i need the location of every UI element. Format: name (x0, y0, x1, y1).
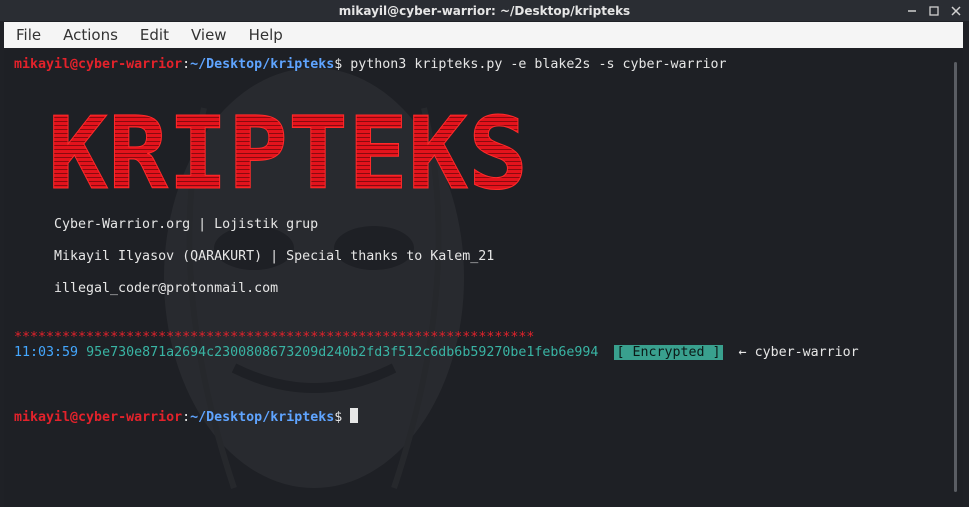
menu-file[interactable]: File (4, 22, 52, 48)
terminal-window: mikayil@cyber-warrior: ~/Desktop/kriptek… (0, 0, 969, 507)
kripteks-ascii-logo: KRIPTEKS (48, 106, 529, 196)
prompt-path: ~/Desktop/kripteks (190, 410, 335, 425)
menu-actions[interactable]: Actions (52, 22, 129, 48)
terminal-output[interactable]: mikayil@cyber-warrior:~/Desktop/kripteks… (4, 48, 963, 507)
menu-help[interactable]: Help (238, 22, 294, 48)
prompt-path: ~/Desktop/kripteks (190, 57, 335, 72)
left-arrow-icon: ← (738, 345, 747, 360)
minimize-icon[interactable] (905, 4, 919, 18)
prompt-symbol: $ (334, 410, 343, 425)
result-line: 11:03:59 95e730e871a2694c2300808673209d2… (14, 344, 859, 362)
prompt-user: mikayil@cyber-warrior (14, 410, 183, 425)
menu-view[interactable]: View (180, 22, 238, 48)
maximize-icon[interactable] (927, 4, 941, 18)
info-line-author: Mikayil Ilyasov (QARAKURT) | Special tha… (54, 249, 495, 264)
command-text: python3 kripteks.py -e blake2s -s cyber-… (342, 57, 727, 72)
window-title: mikayil@cyber-warrior: ~/Desktop/kriptek… (338, 3, 631, 18)
close-icon[interactable] (949, 4, 963, 18)
prompt-separator: : (182, 57, 191, 72)
info-line-email: illegal_coder@protonmail.com (54, 281, 279, 296)
result-hash: 95e730e871a2694c2300808673209d240b2fd3f5… (86, 345, 599, 360)
menu-edit[interactable]: Edit (129, 22, 180, 48)
scrollbar[interactable] (954, 62, 957, 492)
command-line: mikayil@cyber-warrior:~/Desktop/kripteks… (14, 56, 727, 74)
encrypted-badge: [ Encrypted ] (614, 345, 723, 360)
window-controls (905, 0, 963, 21)
prompt-separator: : (182, 410, 191, 425)
active-prompt-line[interactable]: mikayil@cyber-warrior:~/Desktop/kripteks… (14, 408, 359, 426)
prompt-user: mikayil@cyber-warrior (14, 57, 183, 72)
info-line-site: Cyber-Warrior.org | Lojistik grup (54, 217, 319, 232)
text-cursor (350, 408, 359, 423)
logo-text: KRIPTEKS (48, 106, 528, 196)
result-input: cyber-warrior (754, 345, 859, 360)
result-timestamp: 11:03:59 (14, 345, 79, 360)
title-bar[interactable]: mikayil@cyber-warrior: ~/Desktop/kriptek… (0, 0, 969, 21)
menu-bar: File Actions Edit View Help (4, 22, 963, 48)
